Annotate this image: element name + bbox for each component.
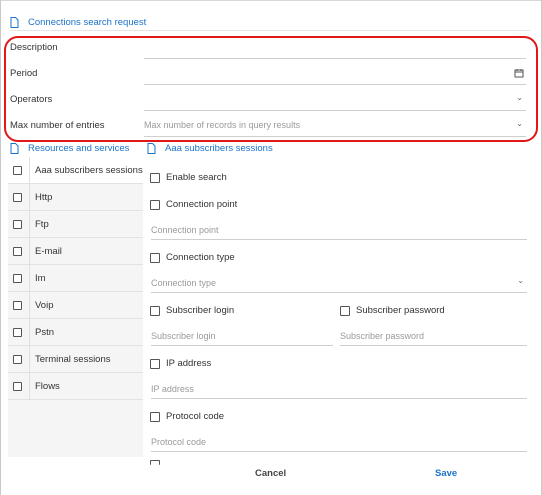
protocol-code-placeholder: Protocol code [151, 437, 207, 447]
frame-left-border [0, 0, 1, 495]
resources-panel-header: Resources and services [10, 141, 142, 155]
connection-type-select[interactable]: Connection type ⌄ [151, 275, 527, 293]
cancel-button[interactable]: Cancel [255, 468, 286, 479]
page-title: Connections search request [10, 15, 530, 31]
subscriber-login-input[interactable]: Subscriber login [151, 328, 333, 346]
max-entries-select[interactable]: Max number of records in query results ⌄ [144, 115, 526, 137]
detail-panel-header: Aaa subscribers sessions [147, 141, 527, 155]
subscriber-login-option[interactable]: Subscriber login [150, 305, 234, 316]
connection-point-input[interactable]: Connection point [151, 222, 527, 240]
period-label: Period [10, 68, 38, 79]
save-button[interactable]: Save [435, 468, 457, 479]
document-icon [147, 142, 156, 154]
subscriber-login-checkbox[interactable] [150, 305, 160, 316]
detail-panel-title: Aaa subscribers sessions [165, 142, 273, 154]
checkbox[interactable] [13, 300, 22, 310]
connection-type-checkbox[interactable] [150, 252, 160, 263]
operators-row: Operators ⌄ [10, 89, 526, 111]
checkbox[interactable] [13, 327, 22, 337]
enable-search-checkbox[interactable] [150, 172, 160, 183]
list-item-http[interactable]: Http [8, 184, 143, 211]
max-entries-row: Max number of entries Max number of reco… [10, 115, 526, 137]
description-label: Description [10, 42, 58, 53]
list-item-pstn[interactable]: Pstn [8, 319, 143, 346]
resources-panel-title: Resources and services [28, 142, 130, 154]
enable-search-label: Enable search [166, 172, 227, 183]
checkbox[interactable] [13, 219, 22, 229]
subscriber-password-option[interactable]: Subscriber password [340, 305, 445, 316]
subscriber-password-checkbox[interactable] [340, 305, 350, 316]
list-item-label: Http [35, 192, 53, 203]
operators-label: Operators [10, 94, 53, 105]
checkbox[interactable] [13, 354, 22, 364]
subscriber-login-label: Subscriber login [166, 305, 235, 316]
list-item-label: Terminal sessions [35, 354, 111, 365]
checkbox[interactable] [13, 273, 22, 283]
list-item-label: Ftp [35, 219, 49, 230]
protocol-code-input[interactable]: Protocol code [151, 434, 527, 452]
ip-address-checkbox[interactable] [150, 358, 160, 369]
checkbox[interactable] [13, 381, 22, 391]
chevron-down-icon: ⌄ [517, 276, 524, 285]
period-input[interactable] [144, 63, 526, 85]
list-item-label: Im [35, 273, 46, 284]
protocol-code-label: Protocol code [166, 411, 225, 422]
ip-address-placeholder: IP address [151, 384, 194, 394]
max-entries-placeholder: Max number of records in query results [144, 120, 301, 130]
list-item-label: Pstn [35, 327, 55, 338]
list-item-flows[interactable]: Flows [8, 373, 143, 400]
connection-type-label: Connection type [166, 252, 235, 263]
frame-top-border [0, 0, 542, 1]
list-item-terminal-sessions[interactable]: Terminal sessions [8, 346, 143, 373]
list-item-label: E-mail [35, 246, 62, 257]
list-item-email[interactable]: E-mail [8, 238, 143, 265]
description-row: Description [10, 37, 526, 59]
checkbox[interactable] [13, 165, 22, 175]
ip-address-option[interactable]: IP address [150, 358, 211, 369]
resources-list: Aaa subscribers sessions Http Ftp E-mail… [8, 157, 143, 457]
checkbox[interactable] [13, 246, 22, 256]
list-item-voip[interactable]: Voip [8, 292, 143, 319]
protocol-code-option[interactable]: Protocol code [150, 411, 224, 422]
page-title-text: Connections search request [28, 17, 147, 28]
list-item-im[interactable]: Im [8, 265, 143, 292]
connection-point-label: Connection point [166, 199, 238, 210]
calendar-icon[interactable] [514, 68, 524, 78]
next-checkbox-partial[interactable] [150, 460, 160, 465]
list-item-ftp[interactable]: Ftp [8, 211, 143, 238]
list-item-label: Flows [35, 381, 60, 392]
connection-type-placeholder: Connection type [151, 278, 217, 288]
subscriber-password-label: Subscriber password [356, 305, 445, 316]
connection-point-option[interactable]: Connection point [150, 199, 237, 210]
description-input[interactable] [144, 37, 526, 59]
detail-panel: Enable search Connection point Connectio… [143, 157, 533, 465]
connection-point-checkbox[interactable] [150, 199, 160, 210]
ip-address-label: IP address [166, 358, 212, 369]
period-row: Period [10, 63, 526, 85]
document-icon [10, 142, 19, 154]
operators-select[interactable]: ⌄ [144, 89, 526, 111]
subscriber-password-placeholder: Subscriber password [340, 331, 425, 341]
enable-search-option[interactable]: Enable search [150, 172, 227, 183]
list-item-label: Aaa subscribers sessions [35, 165, 143, 176]
connection-point-placeholder: Connection point [151, 225, 219, 235]
ip-address-input[interactable]: IP address [151, 381, 527, 399]
list-item-aaa[interactable]: Aaa subscribers sessions [8, 157, 143, 184]
chevron-down-icon: ⌄ [516, 93, 523, 102]
checkbox[interactable] [13, 192, 22, 202]
subscriber-login-placeholder: Subscriber login [151, 331, 216, 341]
connection-type-option[interactable]: Connection type [150, 252, 235, 263]
document-icon [10, 17, 19, 28]
chevron-down-icon: ⌄ [516, 119, 523, 128]
protocol-code-checkbox[interactable] [150, 411, 160, 422]
subscriber-password-input[interactable]: Subscriber password [340, 328, 527, 346]
list-item-label: Voip [35, 300, 54, 311]
max-entries-label: Max number of entries [10, 120, 105, 131]
